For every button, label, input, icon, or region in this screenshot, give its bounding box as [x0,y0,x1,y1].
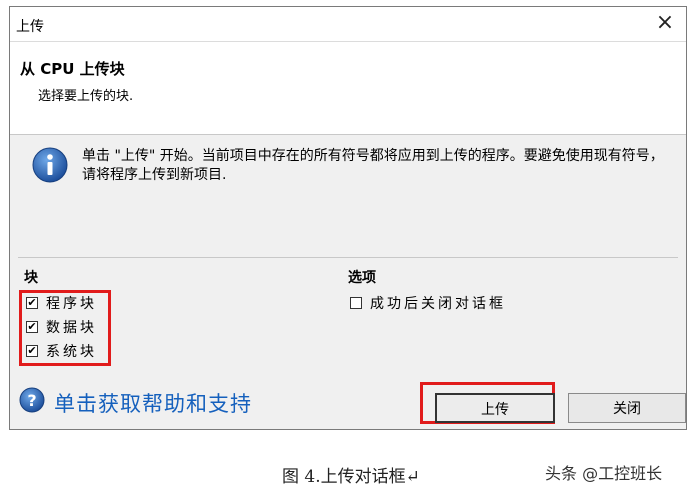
close-window-icon[interactable]: × [652,11,678,37]
help-icon[interactable]: ? [19,387,45,413]
upload-button[interactable]: 上传 [435,393,555,423]
close-on-success-checkbox[interactable]: 成功后关闭对话框 [350,294,506,312]
title-bar: 上传 × [10,7,686,42]
upload-dialog: 上传 × 从 CPU 上传块 选择要上传的块. 单击 "上传" 开始。当前项目中… [9,6,687,430]
close-button[interactable]: 关闭 [568,393,686,423]
separator [18,257,678,258]
checkbox-close-on-success[interactable] [350,297,362,309]
watermark: 头条 @工控班长 [545,464,663,483]
info-icon [32,147,68,183]
dialog-header: 从 CPU 上传块 选择要上传的块. [10,42,686,135]
info-section: 单击 "上传" 开始。当前项目中存在的所有符号都将应用到上传的程序。要避免使用现… [10,135,686,235]
blocks-group-title: 块 [24,270,38,286]
svg-text:?: ? [27,391,36,410]
checkbox-label: 成功后关闭对话框 [370,296,506,312]
info-message: 单击 "上传" 开始。当前项目中存在的所有符号都将应用到上传的程序。要避免使用现… [82,148,664,183]
help-link[interactable]: 单击获取帮助和支持 [54,388,252,418]
header-title: 从 CPU 上传块 [20,60,125,78]
figure-caption: 图 4.上传对话框↵ [282,467,420,487]
header-subtitle: 选择要上传的块. [38,89,134,104]
options-group-title: 选项 [348,270,376,286]
blocks-highlight-box [19,290,111,366]
window-title: 上传 [16,19,44,35]
